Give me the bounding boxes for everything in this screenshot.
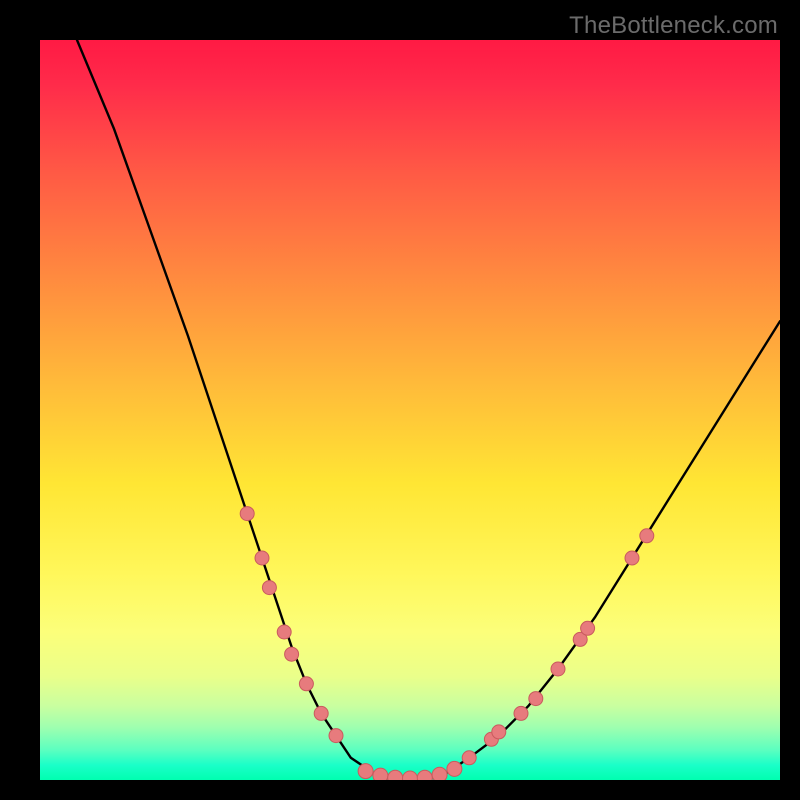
data-dot: [514, 706, 528, 720]
data-dot: [403, 771, 418, 780]
chart-frame: TheBottleneck.com: [0, 0, 800, 800]
plot-area: [40, 40, 780, 780]
data-dot: [329, 729, 343, 743]
data-dots: [240, 507, 654, 780]
data-dot: [529, 692, 543, 706]
data-dot: [417, 770, 432, 780]
data-dot: [277, 625, 291, 639]
data-dot: [640, 529, 654, 543]
data-dot: [462, 751, 476, 765]
data-dot: [447, 761, 462, 776]
data-dot: [358, 764, 373, 779]
data-dot: [299, 677, 313, 691]
data-dot: [388, 770, 403, 780]
bottleneck-curve: [77, 40, 780, 780]
watermark-text: TheBottleneck.com: [569, 12, 778, 40]
data-dot: [255, 551, 269, 565]
data-dot: [625, 551, 639, 565]
curve-layer: [40, 40, 780, 780]
data-dot: [285, 647, 299, 661]
data-dot: [432, 767, 447, 780]
data-dot: [551, 662, 565, 676]
data-dot: [492, 725, 506, 739]
data-dot: [581, 621, 595, 635]
data-dot: [373, 768, 388, 780]
data-dot: [240, 507, 254, 521]
data-dot: [262, 581, 276, 595]
data-dot: [314, 706, 328, 720]
